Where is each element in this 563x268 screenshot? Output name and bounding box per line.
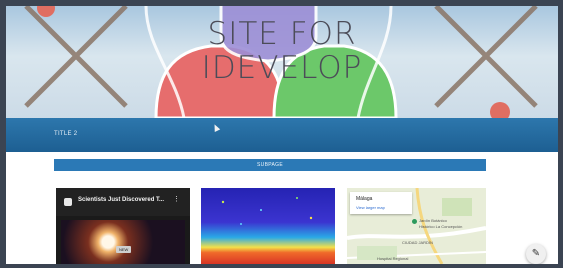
browser-viewport: SITE FOR IDEVELOP TITLE 2 SUBPAGE Scient… bbox=[6, 6, 558, 264]
map-pin-icon[interactable] bbox=[412, 219, 417, 224]
video-header: Scientists Just Discovered T... ⋮ bbox=[56, 188, 190, 216]
map-label-garden: Jardín Botánico bbox=[419, 218, 447, 223]
video-thumbnail[interactable] bbox=[61, 220, 185, 264]
site-title-line2: IDEVELOP bbox=[201, 50, 363, 86]
view-larger-map-link[interactable]: View larger map bbox=[356, 205, 385, 210]
hero-banner: SITE FOR IDEVELOP bbox=[6, 6, 558, 118]
map-label-area: CIUDAD JARDÍN bbox=[402, 240, 433, 245]
more-vert-icon[interactable]: ⋮ bbox=[173, 196, 180, 204]
site-title-line1: SITE FOR bbox=[207, 16, 357, 52]
video-title[interactable]: Scientists Just Discovered T... bbox=[78, 197, 164, 203]
youtube-embed[interactable]: Scientists Just Discovered T... ⋮ NEW bbox=[56, 188, 190, 264]
subpage-button[interactable]: SUBPAGE bbox=[54, 159, 486, 171]
map-label-garden2: Histórico La Concepción bbox=[419, 224, 463, 229]
spectrum-image bbox=[201, 188, 335, 264]
channel-avatar bbox=[64, 198, 72, 206]
nav-item-title-2[interactable]: TITLE 2 bbox=[54, 131, 77, 137]
spectrum-graphic bbox=[201, 188, 335, 264]
top-navigation: TITLE 2 bbox=[6, 118, 558, 152]
video-badge: NEW bbox=[116, 246, 132, 253]
mouse-cursor-icon bbox=[211, 123, 221, 132]
map-label-hospital: Hospital Regional bbox=[377, 256, 409, 261]
map-info-box: Málaga View larger map bbox=[350, 192, 412, 214]
google-map-embed[interactable]: Málaga View larger map Jardín Botánico H… bbox=[347, 188, 486, 264]
map-place-name: Málaga bbox=[356, 196, 373, 202]
pencil-icon[interactable]: ✎ bbox=[526, 244, 546, 264]
